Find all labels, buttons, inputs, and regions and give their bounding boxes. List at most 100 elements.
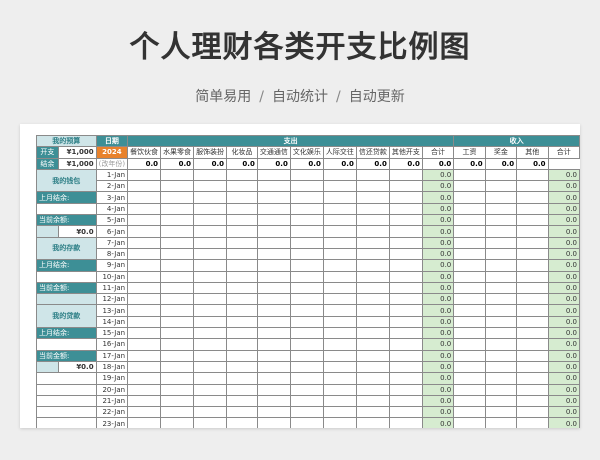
income-input-cell[interactable] [516,168,549,182]
expense-input-cell[interactable] [127,270,162,283]
expense-input-cell[interactable] [322,259,357,272]
expense-input-cell[interactable] [256,338,291,351]
expense-input-cell[interactable] [256,394,291,408]
expense-input-cell[interactable] [193,338,228,351]
expense-input-cell[interactable] [355,315,390,329]
income-input-cell[interactable] [453,281,486,295]
expense-input-cell[interactable] [256,327,291,340]
income-input-cell[interactable] [516,327,549,340]
expense-input-cell[interactable] [355,360,390,374]
income-input-cell[interactable] [453,383,486,396]
income-input-cell[interactable] [516,360,549,374]
expense-input-cell[interactable] [226,406,258,419]
expense-input-cell[interactable] [226,338,258,351]
expense-input-cell[interactable] [256,417,291,428]
income-input-cell[interactable] [484,406,518,419]
expense-input-cell[interactable] [355,247,390,261]
income-input-cell[interactable] [516,349,549,362]
expense-input-cell[interactable] [256,281,291,295]
expense-input-cell[interactable] [388,293,423,306]
expense-input-cell[interactable] [256,360,291,374]
expense-input-cell[interactable] [193,247,228,261]
expense-input-cell[interactable] [226,360,258,374]
expense-input-cell[interactable] [322,180,357,193]
expense-input-cell[interactable] [160,247,195,261]
expense-input-cell[interactable] [388,417,423,428]
expense-input-cell[interactable] [127,360,162,374]
expense-input-cell[interactable] [388,338,423,351]
expense-input-cell[interactable] [388,360,423,374]
expense-input-cell[interactable] [388,236,423,249]
income-input-cell[interactable] [484,304,518,317]
income-input-cell[interactable] [516,236,549,249]
income-input-cell[interactable] [453,270,486,283]
income-input-cell[interactable] [453,191,486,204]
expense-input-cell[interactable] [226,327,258,340]
expense-input-cell[interactable] [193,406,228,419]
income-input-cell[interactable] [453,360,486,374]
expense-input-cell[interactable] [160,349,195,362]
expense-input-cell[interactable] [322,406,357,419]
expense-input-cell[interactable] [256,315,291,329]
expense-input-cell[interactable] [127,191,162,204]
expense-input-cell[interactable] [289,202,324,216]
expense-input-cell[interactable] [127,304,162,317]
expense-input-cell[interactable] [388,225,423,238]
expense-input-cell[interactable] [127,315,162,329]
income-input-cell[interactable] [516,383,549,396]
expense-input-cell[interactable] [256,247,291,261]
income-input-cell[interactable] [484,315,518,329]
income-input-cell[interactable] [453,247,486,261]
expense-input-cell[interactable] [388,214,423,227]
income-input-cell[interactable] [516,281,549,295]
expense-input-cell[interactable] [355,270,390,283]
expense-input-cell[interactable] [226,259,258,272]
expense-input-cell[interactable] [322,304,357,317]
expense-input-cell[interactable] [355,225,390,238]
expense-input-cell[interactable] [127,406,162,419]
income-input-cell[interactable] [484,270,518,283]
expense-input-cell[interactable] [193,304,228,317]
expense-input-cell[interactable] [388,406,423,419]
expense-input-cell[interactable] [256,180,291,193]
income-input-cell[interactable] [453,338,486,351]
expense-input-cell[interactable] [289,270,324,283]
expense-input-cell[interactable] [193,191,228,204]
expense-input-cell[interactable] [289,247,324,261]
income-input-cell[interactable] [484,394,518,408]
expense-input-cell[interactable] [226,293,258,306]
income-input-cell[interactable] [453,304,486,317]
income-input-cell[interactable] [516,372,549,385]
expense-input-cell[interactable] [289,180,324,193]
expense-input-cell[interactable] [256,383,291,396]
income-input-cell[interactable] [516,214,549,227]
income-input-cell[interactable] [484,360,518,374]
expense-input-cell[interactable] [322,327,357,340]
expense-input-cell[interactable] [193,168,228,182]
expense-input-cell[interactable] [388,202,423,216]
expense-input-cell[interactable] [256,225,291,238]
expense-input-cell[interactable] [160,259,195,272]
income-input-cell[interactable] [484,168,518,182]
income-input-cell[interactable] [516,202,549,216]
expense-input-cell[interactable] [322,202,357,216]
income-input-cell[interactable] [516,406,549,419]
income-input-cell[interactable] [484,259,518,272]
expense-input-cell[interactable] [322,383,357,396]
income-input-cell[interactable] [453,315,486,329]
expense-input-cell[interactable] [388,191,423,204]
expense-input-cell[interactable] [289,304,324,317]
expense-input-cell[interactable] [256,259,291,272]
expense-input-cell[interactable] [160,202,195,216]
expense-input-cell[interactable] [160,360,195,374]
expense-input-cell[interactable] [256,236,291,249]
expense-input-cell[interactable] [322,247,357,261]
income-input-cell[interactable] [453,293,486,306]
expense-input-cell[interactable] [256,214,291,227]
expense-input-cell[interactable] [226,202,258,216]
expense-input-cell[interactable] [160,327,195,340]
expense-input-cell[interactable] [322,417,357,428]
expense-input-cell[interactable] [127,338,162,351]
income-input-cell[interactable] [484,417,518,428]
expense-input-cell[interactable] [160,394,195,408]
